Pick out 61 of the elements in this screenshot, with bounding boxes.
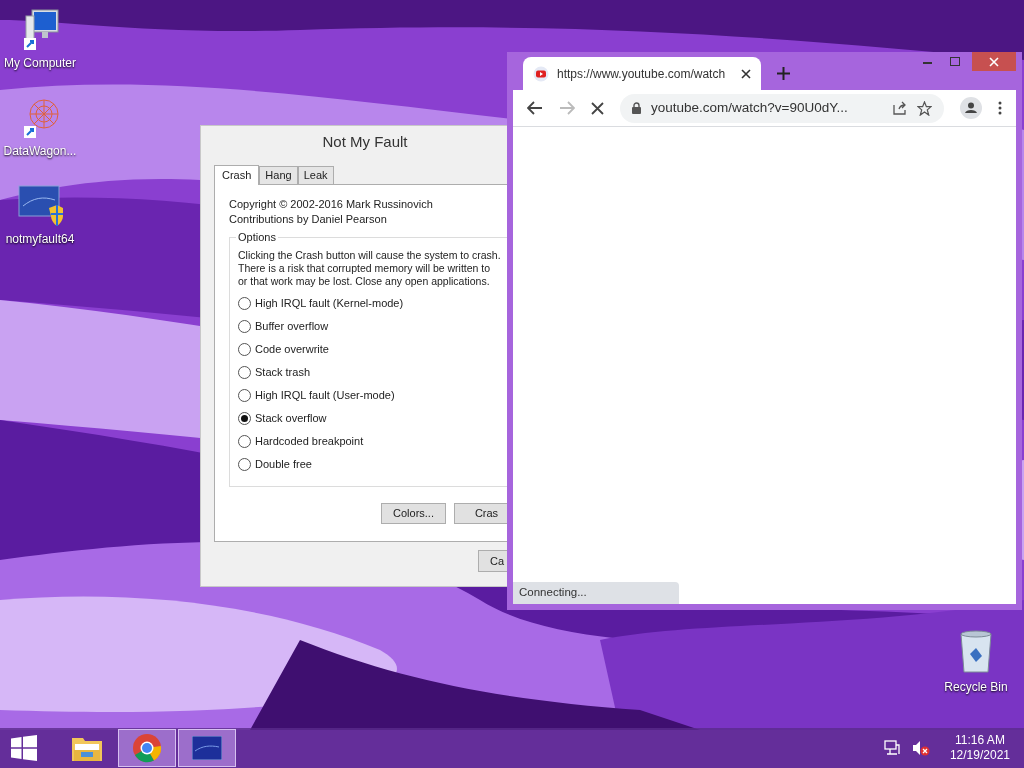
close-button[interactable]: [972, 52, 1016, 71]
description-text: or that work may be lost. Close any open applications.: [238, 275, 491, 288]
radio-button[interactable]: [238, 458, 251, 471]
video-logo-icon: [533, 65, 549, 82]
desktop-icon-label[interactable]: notmyfault64: [5, 230, 75, 248]
share-icon[interactable]: [893, 101, 907, 115]
dialog-button[interactable]: Ca: [478, 550, 509, 572]
radio-button[interactable]: [238, 366, 251, 379]
radio-button[interactable]: [238, 435, 251, 448]
radio-label: Stack trash: [255, 365, 311, 381]
group-label: Options: [236, 230, 278, 245]
window-title: Not My Fault: [322, 131, 408, 152]
radio-label: High IRQL fault (User-mode): [255, 388, 395, 404]
profile-icon[interactable]: [960, 97, 982, 119]
windows-logo-icon: [11, 735, 37, 761]
radio-label: Stack overflow: [255, 411, 327, 427]
back-icon[interactable]: [527, 101, 543, 115]
menu-icon[interactable]: [998, 101, 1002, 115]
tab[interactable]: Crash: [214, 165, 260, 185]
radio-label: Code overwrite: [255, 342, 329, 358]
screen-icon: [192, 736, 222, 760]
screen-shield-icon: [17, 184, 63, 228]
clock-time[interactable]: 11:16 AM: [955, 733, 1005, 748]
address-bar[interactable]: youtube.com/watch?v=90U0dY...: [620, 93, 944, 123]
close-icon: [989, 56, 999, 67]
browser-tab[interactable]: https://www.youtube.com/watch: [523, 57, 761, 90]
radio-button[interactable]: [238, 320, 251, 333]
clock-date[interactable]: 12/19/2021: [949, 748, 1010, 763]
credit-text: Contributions by Daniel Pearson: [229, 212, 388, 227]
radio-label: Buffer overflow: [255, 319, 329, 335]
status-bubble: Connecting...: [513, 582, 679, 604]
radio-label: Hardcoded breakpoint: [255, 434, 364, 450]
radio-label: Double free: [255, 457, 312, 473]
star-icon[interactable]: [917, 100, 932, 116]
radio-label: High IRQL fault (Kernel-mode): [255, 296, 404, 312]
radio-button[interactable]: [238, 412, 251, 425]
new-tab-icon[interactable]: [777, 67, 790, 80]
close-icon[interactable]: [591, 101, 604, 115]
desktop-icon-label[interactable]: My Computer: [4, 54, 76, 72]
lock-icon: [632, 102, 641, 114]
dialog-button[interactable]: Colors...: [381, 503, 446, 524]
close-icon[interactable]: [741, 68, 751, 79]
taskbar-button[interactable]: [178, 729, 236, 767]
muted-speaker-icon[interactable]: [911, 740, 930, 756]
recycle-bin-icon: [958, 630, 994, 674]
network-icon[interactable]: [883, 740, 900, 756]
tab[interactable]: Leak: [297, 166, 334, 184]
tab-title: https://www.youtube.com/watch: [557, 65, 727, 83]
browser-logo-icon: [132, 733, 162, 763]
url-text: youtube.com/watch?v=90U0dY...: [651, 98, 849, 117]
desktop-icon-label[interactable]: Recycle Bin: [944, 678, 1008, 696]
description-text: Clicking the Crash button will cause the system to crash.: [238, 249, 502, 262]
description-text: There is a risk that corrupted memory will be written to: [238, 262, 492, 275]
radio-button[interactable]: [238, 343, 251, 356]
maximize-icon[interactable]: [950, 57, 960, 66]
dialog-button[interactable]: Cras: [454, 503, 509, 524]
radio-button[interactable]: [238, 389, 251, 402]
tab[interactable]: Hang: [259, 166, 298, 184]
minimize-icon[interactable]: [923, 62, 932, 65]
radio-button[interactable]: [238, 297, 251, 310]
credit-text: Copyright © 2002-2016 Mark Russinovich: [229, 197, 434, 212]
